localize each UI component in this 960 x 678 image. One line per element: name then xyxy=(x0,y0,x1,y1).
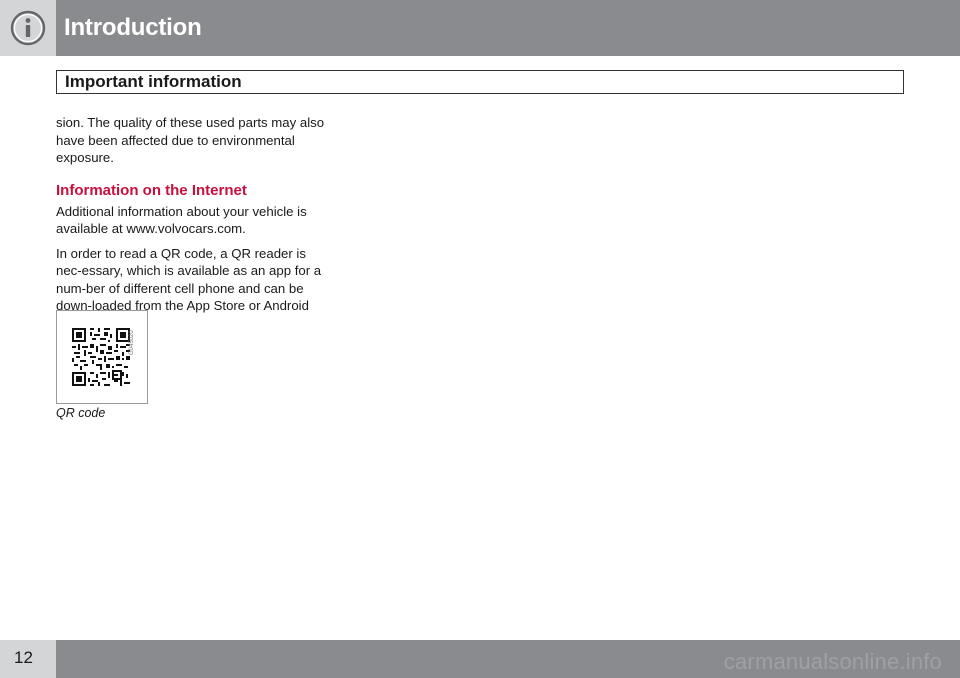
intro-paragraph: sion. The quality of these used parts ma… xyxy=(56,115,325,165)
chapter-title: Introduction xyxy=(64,14,202,41)
header-icon-tab xyxy=(0,0,56,56)
watermark: carmanualsonline.info xyxy=(723,649,942,674)
page-number: 12 xyxy=(14,648,33,667)
qr-code-figure: G045020 xyxy=(56,310,148,404)
info-icon xyxy=(10,10,46,46)
figure-caption: QR code xyxy=(56,406,106,420)
internet-heading: Information on the Internet xyxy=(56,181,247,199)
vehicle-info-paragraph: Additional information about your vehicl… xyxy=(56,203,307,237)
section-title: Important information xyxy=(65,72,242,91)
content-column: sion. The quality of these used parts ma… xyxy=(56,114,328,339)
qr-code-image xyxy=(72,328,130,386)
image-reference: G045020 xyxy=(129,330,135,355)
section-header: Important information xyxy=(56,70,904,94)
